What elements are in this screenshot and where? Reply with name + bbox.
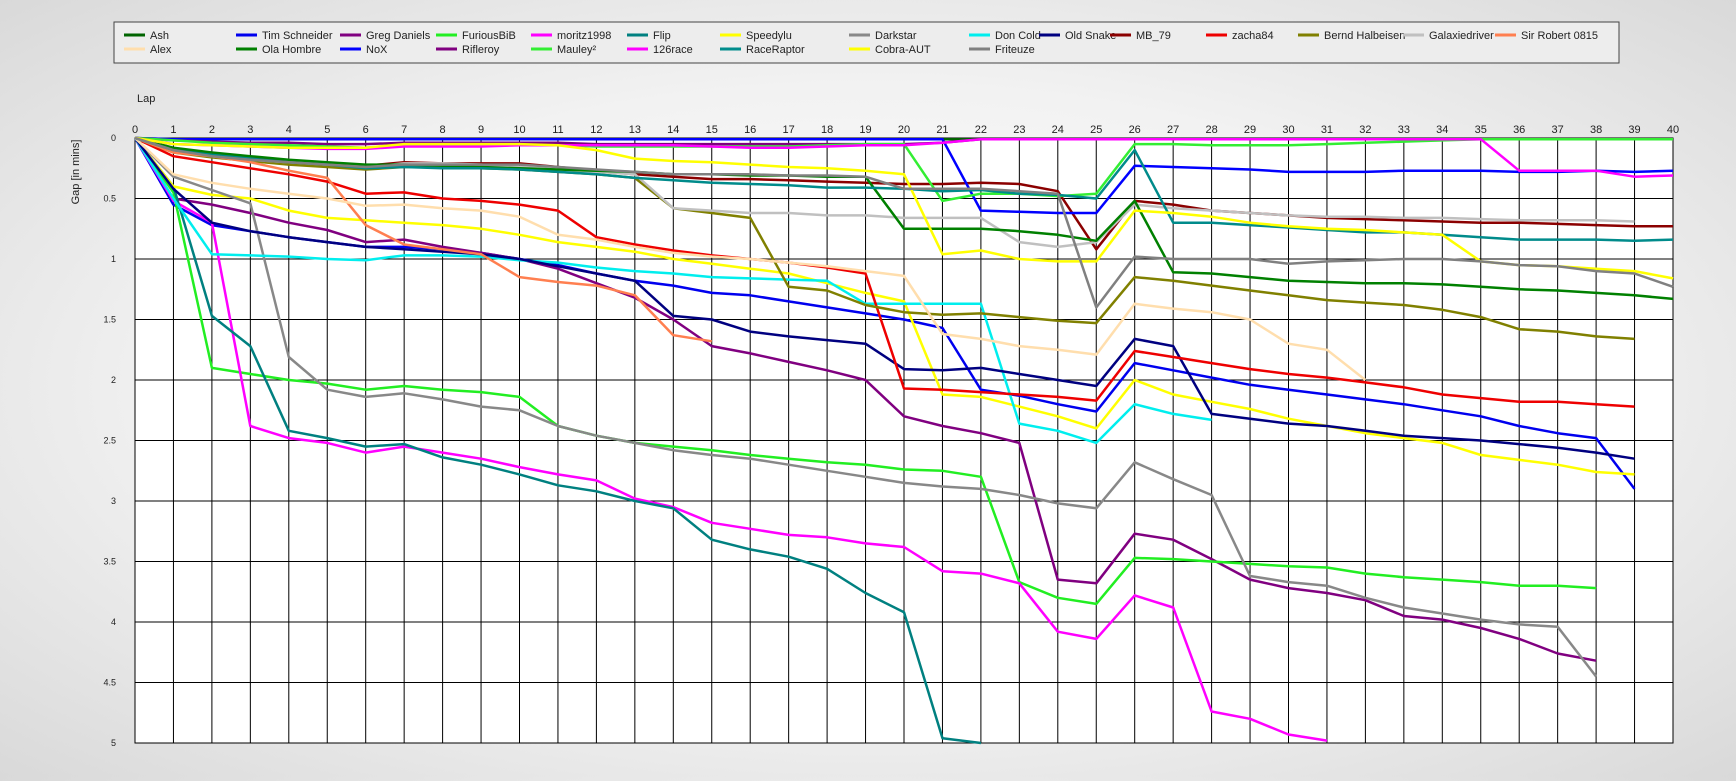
x-tick-label: 36 (1513, 124, 1525, 136)
x-tick-label: 13 (629, 124, 641, 136)
x-tick-label: 38 (1590, 124, 1602, 136)
x-tick-label: 15 (706, 124, 718, 136)
x-tick-label: 1 (170, 124, 176, 136)
y-tick-label: 4.5 (103, 678, 116, 688)
x-tick-label: 17 (783, 124, 795, 136)
y-tick-label: 1 (111, 254, 116, 264)
x-tick-label: 39 (1628, 124, 1640, 136)
x-tick-label: 34 (1436, 124, 1448, 136)
x-tick-label: 8 (440, 124, 446, 136)
legend-label: zacha84 (1232, 30, 1274, 42)
x-tick-label: 32 (1359, 124, 1371, 136)
x-tick-label: 20 (898, 124, 910, 136)
legend-label: Old Snake (1065, 30, 1116, 42)
x-tick-label: 9 (478, 124, 484, 136)
legend-label: FuriousBiB (462, 30, 516, 42)
legend-label: Tim Schneider (262, 30, 333, 42)
legend-label: Rifleroy (462, 44, 500, 56)
y-tick-label: 4 (111, 617, 116, 627)
legend-label: Ash (150, 30, 169, 42)
y-tick-label: 0 (111, 133, 116, 143)
legend-label: Galaxiedriver (1429, 30, 1494, 42)
x-tick-label: 10 (513, 124, 525, 136)
x-tick-label: 29 (1244, 124, 1256, 136)
x-tick-label: 22 (975, 124, 987, 136)
y-tick-label: 0.5 (103, 194, 116, 204)
y-tick-label: 1.5 (103, 315, 116, 325)
legend-label: Sir Robert 0815 (1521, 30, 1598, 42)
legend-label: moritz1998 (557, 30, 611, 42)
legend-label: Alex (150, 44, 172, 56)
x-tick-label: 35 (1475, 124, 1487, 136)
x-tick-label: 7 (401, 124, 407, 136)
x-tick-label: 2 (209, 124, 215, 136)
y-tick-label: 3 (111, 496, 116, 506)
gap-line-chart: Ash Tim Schneider Greg Daniels FuriousBiB mo… (70, 21, 1679, 748)
y-axis-title: Gap [in mins] (70, 140, 82, 205)
x-tick-label: 18 (821, 124, 833, 136)
legend-label: 126race (653, 44, 693, 56)
x-tick-label: 11 (552, 124, 563, 136)
x-tick-label: 27 (1167, 124, 1179, 136)
legend-label: Flip (653, 30, 671, 42)
y-tick-label: 2.5 (103, 436, 116, 446)
x-tick-label: 24 (1052, 124, 1064, 136)
x-tick-label: 37 (1552, 124, 1564, 136)
legend-label: RaceRaptor (746, 44, 805, 56)
x-tick-label: 6 (363, 124, 369, 136)
x-tick-label: 4 (286, 124, 292, 136)
x-tick-label: 31 (1321, 124, 1333, 136)
x-tick-label: 21 (936, 124, 948, 136)
x-tick-label: 26 (1129, 124, 1141, 136)
x-tick-label: 19 (859, 124, 871, 136)
x-tick-label: 5 (324, 124, 330, 136)
x-tick-label: 40 (1667, 124, 1679, 136)
legend-label: Cobra-AUT (875, 44, 931, 56)
y-tick-label: 5 (111, 738, 116, 748)
x-tick-label: 33 (1398, 124, 1410, 136)
x-tick-label: 14 (667, 124, 679, 136)
legend-label: NoX (366, 44, 388, 56)
legend-label: Ola Hombre (262, 44, 321, 56)
x-tick-label: 28 (1205, 124, 1217, 136)
x-tick-label: 23 (1013, 124, 1025, 136)
x-tick-label: 30 (1282, 124, 1294, 136)
y-tick-label: 3.5 (103, 557, 116, 567)
legend-label: Mauley² (557, 44, 596, 56)
legend-label: Speedylu (746, 30, 792, 42)
y-tick-label: 2 (111, 375, 116, 385)
legend-label: Greg Daniels (366, 30, 431, 42)
legend-box (113, 21, 1620, 64)
legend-label: MB_79 (1136, 30, 1171, 42)
x-tick-label: 0 (132, 124, 138, 136)
legend-label: Friteuze (995, 44, 1035, 56)
legend-label: Darkstar (875, 30, 917, 42)
legend-label: Bernd Halbeisen (1324, 30, 1405, 42)
x-tick-label: 12 (590, 124, 602, 136)
x-tick-label: 3 (247, 124, 253, 136)
legend-label: Don Cold (995, 30, 1041, 42)
x-tick-label: 25 (1090, 124, 1102, 136)
x-tick-label: 16 (744, 124, 756, 136)
x-axis-title: Lap (137, 93, 155, 105)
chart-root: Ash Tim Schneider Greg Daniels FuriousBiB mo… (0, 0, 1736, 776)
